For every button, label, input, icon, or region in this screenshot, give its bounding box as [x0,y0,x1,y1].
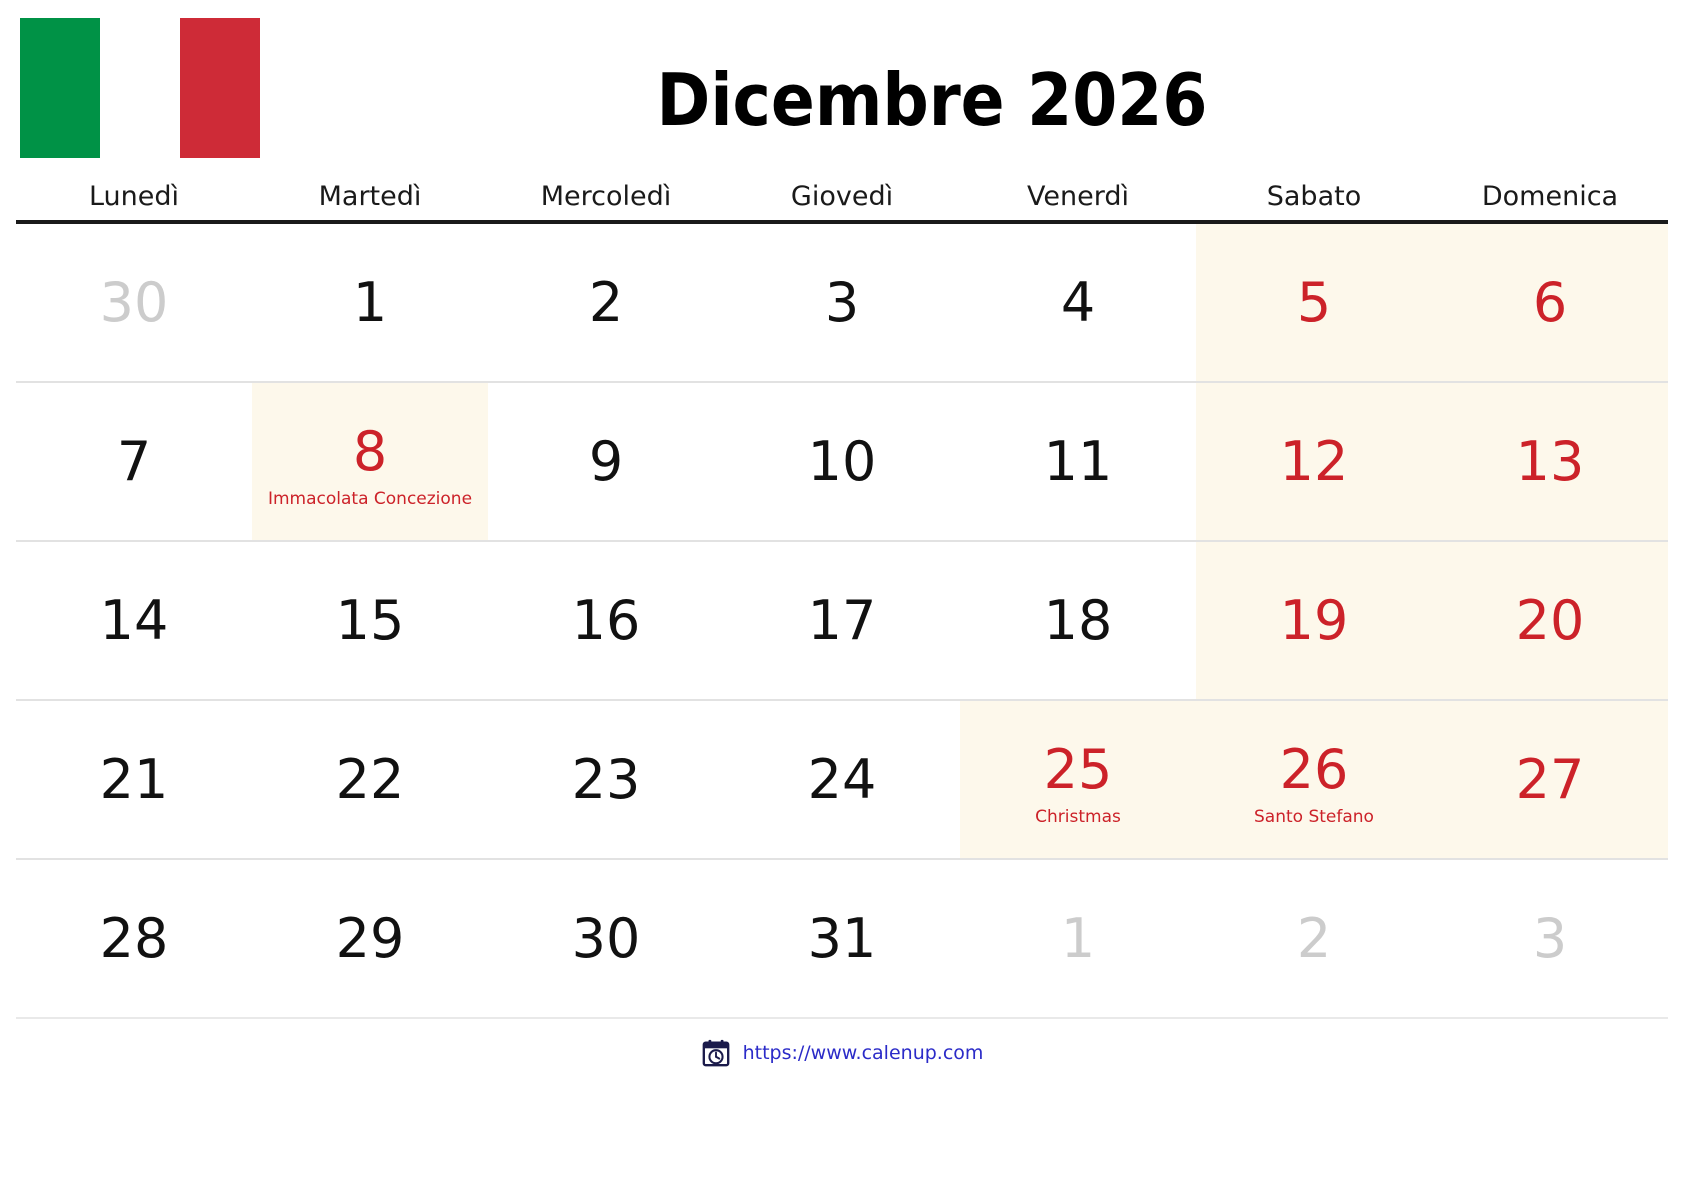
weekday-header-thursday: Giovedì [790,181,894,212]
day-number: 17 [807,588,877,652]
calendar-page: Dicembre 2026 Lunedì Martedì Mercoledì G… [0,0,1684,1191]
calendar-day-cell[interactable]: 3 [1432,860,1668,1017]
day-number: 27 [1515,747,1585,811]
day-number: 24 [807,747,877,811]
day-number: 9 [588,429,624,493]
calendar-day-cell[interactable]: 18 [960,542,1196,699]
day-number: 21 [99,747,169,811]
day-number: 18 [1043,588,1113,652]
calendar-day-cell[interactable]: 10 [724,383,960,540]
day-number: 26 [1279,737,1349,801]
calendar-day-cell[interactable]: 12 [1196,383,1432,540]
calendar-week-row: 21 22 23 24 25 Christmas 26 Santo Stefano 27 [16,701,1668,860]
calendar-day-cell[interactable]: 11 [960,383,1196,540]
day-number: 29 [335,906,405,970]
calendar-header: Dicembre 2026 [0,0,1684,168]
calendar-day-cell[interactable]: 19 [1196,542,1432,699]
day-number: 16 [571,588,641,652]
day-number: 12 [1279,429,1349,493]
calendar-day-cell[interactable]: 4 [960,224,1196,381]
calendar-day-cell[interactable]: 6 [1432,224,1668,381]
calendar-day-cell[interactable]: 28 [16,860,252,1017]
day-number: 31 [807,906,877,970]
day-number: 5 [1296,270,1332,334]
holiday-label: Christmas [1035,807,1121,827]
calendar-day-cell[interactable]: 30 [16,224,252,381]
weekday-header-friday: Venerdì [1027,181,1129,212]
day-number: 22 [335,747,405,811]
footer-url[interactable]: https://www.calenup.com [743,1043,984,1063]
day-number: 11 [1043,429,1113,493]
weekday-header-monday: Lunedì [88,181,180,212]
calendar-day-cell[interactable]: 2 [488,224,724,381]
day-number: 28 [99,906,169,970]
day-number: 10 [807,429,877,493]
calendar-day-cell[interactable]: 20 [1432,542,1668,699]
day-number: 7 [116,429,152,493]
calendar-day-cell[interactable]: 5 [1196,224,1432,381]
page-title: Dicembre 2026 [656,58,1208,142]
calendar-day-cell[interactable]: 16 [488,542,724,699]
footer: https://www.calenup.com [0,1033,1684,1073]
day-number: 1 [352,270,388,334]
day-number: 23 [571,747,641,811]
calendar-day-cell[interactable]: 25 Christmas [960,701,1196,858]
calendar-day-cell[interactable]: 14 [16,542,252,699]
calendar-day-cell[interactable]: 1 [960,860,1196,1017]
calendar-day-cell[interactable]: 27 [1432,701,1668,858]
day-number: 30 [99,270,169,334]
day-number: 2 [1296,906,1332,970]
calendar-day-cell[interactable]: 7 [16,383,252,540]
weekday-header-sunday: Domenica [1481,181,1619,212]
calendar-day-cell[interactable]: 31 [724,860,960,1017]
weekday-header-wednesday: Mercoledì [540,181,672,212]
calendar-day-cell[interactable]: 8 Immacolata Concezione [252,383,488,540]
calendar-day-cell[interactable]: 1 [252,224,488,381]
calendar-day-cell[interactable]: 24 [724,701,960,858]
day-number: 2 [588,270,624,334]
weekday-header-tuesday: Martedì [318,181,422,212]
day-number: 4 [1060,270,1096,334]
day-number: 13 [1515,429,1585,493]
calendar-day-cell[interactable]: 2 [1196,860,1432,1017]
calendar-day-cell[interactable]: 29 [252,860,488,1017]
calendar-week-row: 28 29 30 31 1 2 3 [16,860,1668,1019]
weekday-header-saturday: Sabato [1266,181,1362,212]
day-number: 1 [1060,906,1096,970]
calendar-day-cell[interactable]: 23 [488,701,724,858]
day-number: 20 [1515,588,1585,652]
day-number: 8 [352,419,388,483]
calendar-day-cell[interactable]: 22 [252,701,488,858]
calendar-week-row: 7 8 Immacolata Concezione 9 10 11 12 13 [16,383,1668,542]
holiday-label: Santo Stefano [1254,807,1374,827]
calendar-day-cell[interactable]: 15 [252,542,488,699]
calendar-clock-icon [701,1038,731,1068]
calendar-day-cell[interactable]: 17 [724,542,960,699]
calendar-day-cell[interactable]: 13 [1432,383,1668,540]
calendar-day-cell[interactable]: 21 [16,701,252,858]
calendar-day-cell[interactable]: 9 [488,383,724,540]
day-number: 3 [824,270,860,334]
day-number: 6 [1532,270,1568,334]
day-number: 19 [1279,588,1349,652]
day-number: 14 [99,588,169,652]
day-number: 15 [335,588,405,652]
day-number: 30 [571,906,641,970]
calendar-week-row: 30 1 2 3 4 5 6 [16,224,1668,383]
day-number: 25 [1043,737,1113,801]
holiday-label: Immacolata Concezione [267,489,473,509]
day-number: 3 [1532,906,1568,970]
calendar-day-cell[interactable]: 30 [488,860,724,1017]
weekday-header-row: Lunedì Martedì Mercoledì Giovedì Venerdì… [0,168,1684,214]
calendar-week-row: 14 15 16 17 18 19 20 [16,542,1668,701]
calendar-day-cell[interactable]: 26 Santo Stefano [1196,701,1432,858]
calendar-grid: 30 1 2 3 4 5 6 7 8 Immacolata Concezione 9 10 11 12 13… [16,224,1668,1019]
calendar-day-cell[interactable]: 3 [724,224,960,381]
